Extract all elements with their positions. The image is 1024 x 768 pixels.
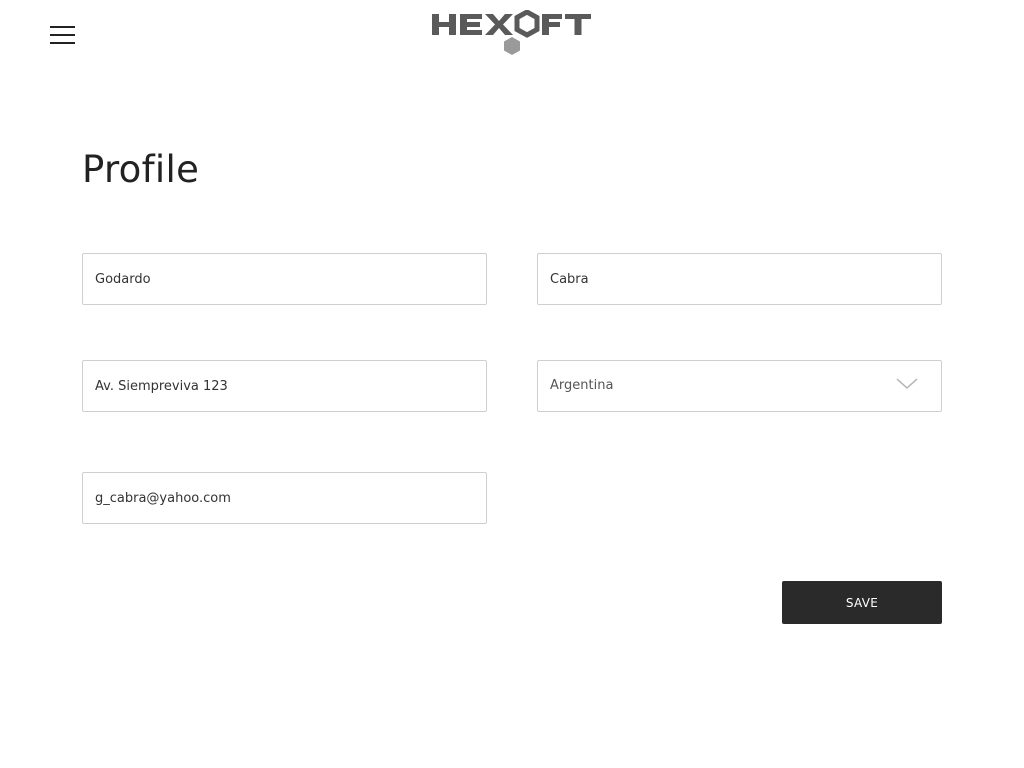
email-field[interactable] [82,472,487,524]
menu-bar [50,26,75,28]
page-title: Profile [82,148,200,191]
save-button[interactable]: SAVE [782,581,942,624]
hamburger-menu-icon[interactable] [50,26,75,44]
country-select[interactable]: Argentina [537,360,942,412]
menu-bar [50,34,75,36]
chevron-down-icon [896,378,918,390]
address-field[interactable] [82,360,487,412]
first-name-field[interactable] [82,253,487,305]
hexoft-logo-graphic [432,9,591,55]
hexoft-logo[interactable] [430,9,594,58]
country-select-value: Argentina [550,378,614,393]
profile-page: Profile Argentina SAVE [0,0,1024,768]
last-name-field[interactable] [537,253,942,305]
menu-bar [50,42,75,44]
